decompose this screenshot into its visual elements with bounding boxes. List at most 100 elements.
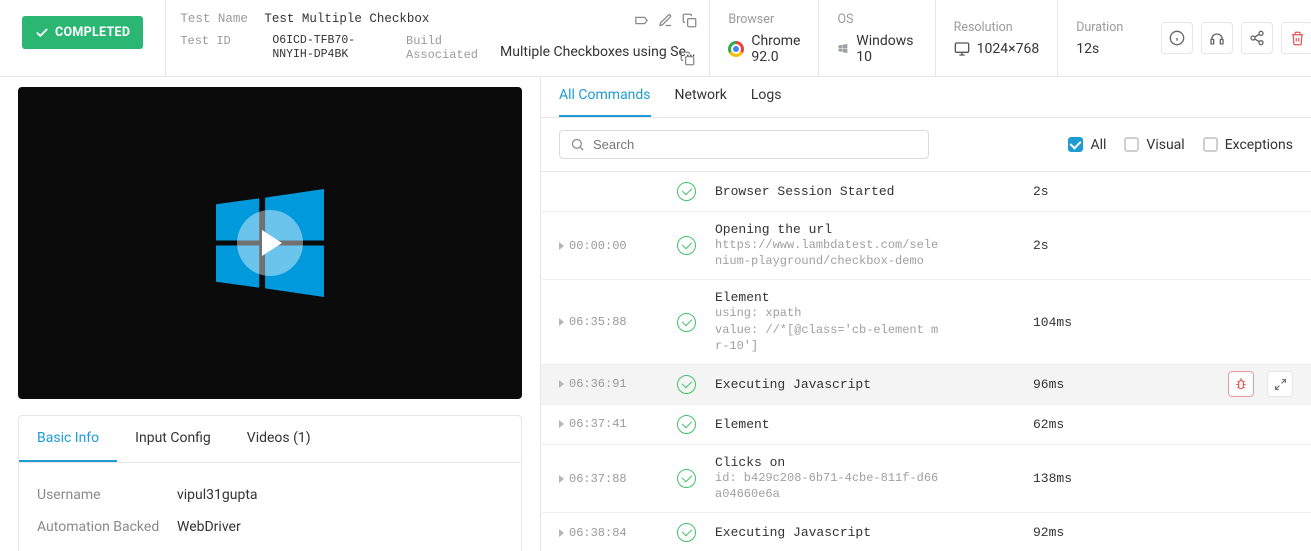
command-row[interactable]: 06:37:41 Element 62ms xyxy=(541,405,1311,445)
search-icon xyxy=(570,137,585,152)
left-column: Basic Info Input Config Videos (1) Usern… xyxy=(0,77,540,551)
filter-visual[interactable]: Visual xyxy=(1124,137,1184,153)
command-duration: 62ms xyxy=(1033,417,1123,432)
duration-cell: Duration 12s xyxy=(1058,0,1141,76)
timestamp[interactable]: 06:37:88 xyxy=(559,472,677,486)
search-input[interactable] xyxy=(593,137,918,152)
tab-input-config[interactable]: Input Config xyxy=(117,416,229,462)
filters: All Visual Exceptions xyxy=(945,137,1293,153)
timestamp[interactable]: 00:00:00 xyxy=(559,239,677,253)
command-duration: 96ms xyxy=(1033,377,1123,392)
resolution-cell: Resolution 1024×768 xyxy=(936,0,1059,76)
play-marker-icon xyxy=(559,420,564,428)
command-body: Opening the url https://www.lambdatest.c… xyxy=(715,212,1033,279)
delete-button[interactable] xyxy=(1281,22,1311,54)
username-value: vipul31gupta xyxy=(177,487,258,503)
duration-label: Duration xyxy=(1076,20,1123,35)
os-label: OS xyxy=(837,12,916,27)
check-icon xyxy=(35,26,49,40)
success-icon xyxy=(677,375,696,394)
header-actions xyxy=(1141,0,1311,76)
header: COMPLETED Test Name Test Multiple Checkb… xyxy=(0,0,1311,77)
trash-icon xyxy=(1290,31,1305,46)
chrome-icon xyxy=(728,41,744,57)
success-icon xyxy=(677,313,696,332)
build-assoc-label: BuildAssociated xyxy=(406,34,478,62)
info-button[interactable] xyxy=(1161,22,1193,54)
command-duration: 92ms xyxy=(1033,525,1123,540)
commands-list[interactable]: Browser Session Started 2s 00:00:00 Open… xyxy=(541,172,1311,551)
bug-button[interactable] xyxy=(1228,371,1254,397)
checkbox-visual[interactable] xyxy=(1124,137,1139,152)
play-marker-icon xyxy=(559,242,564,250)
browser-label: Browser xyxy=(728,12,800,27)
body: Basic Info Input Config Videos (1) Usern… xyxy=(0,77,1311,551)
command-body: Browser Session Started xyxy=(715,174,1033,209)
play-button[interactable] xyxy=(237,210,303,276)
copy-icon[interactable] xyxy=(681,12,697,28)
status-wrap: COMPLETED xyxy=(0,0,165,76)
command-row[interactable]: 06:37:88 Clicks on id: b429c208-6b71-4cb… xyxy=(541,445,1311,513)
success-icon xyxy=(677,236,696,255)
play-marker-icon xyxy=(559,529,564,537)
backed-label: Automation Backed xyxy=(37,519,177,535)
search-row: All Visual Exceptions xyxy=(541,118,1311,172)
share-button[interactable] xyxy=(1241,22,1273,54)
command-row[interactable]: Browser Session Started 2s xyxy=(541,172,1311,212)
windows-icon xyxy=(837,41,849,56)
timestamp[interactable]: 06:36:91 xyxy=(559,377,677,391)
checkbox-all[interactable] xyxy=(1068,137,1083,152)
command-row[interactable]: 06:36:91 Executing Javascript 96ms xyxy=(541,365,1311,405)
tab-videos[interactable]: Videos (1) xyxy=(229,416,329,462)
command-row[interactable]: 06:35:88 Element using: xpath value: //*… xyxy=(541,280,1311,365)
test-id-label: Test ID xyxy=(180,34,250,48)
headphones-button[interactable] xyxy=(1201,22,1233,54)
resolution-value: 1024×768 xyxy=(954,41,1040,57)
status-label: COMPLETED xyxy=(55,25,130,40)
expand-icon xyxy=(1274,378,1287,391)
command-duration: 2s xyxy=(1033,184,1123,199)
filter-exceptions[interactable]: Exceptions xyxy=(1203,137,1293,153)
build-copy-icon[interactable] xyxy=(680,51,695,66)
play-marker-icon xyxy=(559,318,564,326)
command-body: Element xyxy=(715,407,1033,442)
command-body: Element using: xpath value: //*[@class='… xyxy=(715,280,1033,364)
share-icon xyxy=(1249,30,1265,46)
timestamp[interactable]: 06:37:41 xyxy=(559,417,677,431)
video-player[interactable] xyxy=(18,87,522,399)
search-box[interactable] xyxy=(559,130,929,159)
command-row[interactable]: 06:38:84 Executing Javascript 92ms xyxy=(541,513,1311,551)
play-marker-icon xyxy=(559,475,564,483)
env-group: Browser Chrome 92.0 OS Windows 10 Resolu… xyxy=(709,0,1141,76)
test-name-row: Test Name Test Multiple Checkbox xyxy=(180,12,695,26)
browser-value: Chrome 92.0 xyxy=(728,33,800,65)
left-panel: Basic Info Input Config Videos (1) Usern… xyxy=(18,415,522,551)
command-body: Executing Javascript xyxy=(715,367,1033,402)
headphones-icon xyxy=(1209,30,1225,46)
tab-network[interactable]: Network xyxy=(675,87,727,117)
backed-value: WebDriver xyxy=(177,519,241,535)
backed-row: Automation Backed WebDriver xyxy=(37,511,503,543)
tab-logs[interactable]: Logs xyxy=(751,87,782,117)
checkbox-exceptions[interactable] xyxy=(1203,137,1218,152)
basic-info-list: Username vipul31gupta Automation Backed … xyxy=(19,463,521,551)
expand-button[interactable] xyxy=(1267,371,1293,397)
success-icon xyxy=(677,415,696,434)
edit-icon[interactable] xyxy=(657,12,673,28)
resolution-label: Resolution xyxy=(954,20,1040,35)
timestamp[interactable]: 06:35:88 xyxy=(559,315,677,329)
success-icon xyxy=(677,469,696,488)
filter-all[interactable]: All xyxy=(1068,137,1106,153)
right-column: All Commands Network Logs All Visual xyxy=(540,77,1311,551)
play-marker-icon xyxy=(559,380,564,388)
tag-icon[interactable] xyxy=(633,12,649,28)
success-icon xyxy=(677,182,696,201)
bug-icon xyxy=(1234,377,1248,391)
test-name-label: Test Name xyxy=(180,12,250,26)
command-row[interactable]: 00:00:00 Opening the url https://www.lam… xyxy=(541,212,1311,280)
test-meta: Test Name Test Multiple Checkbox Test ID… xyxy=(165,0,709,76)
tab-basic-info[interactable]: Basic Info xyxy=(19,416,117,462)
test-id-value: O6ICD-TFB70-NNYIH-DP4BK xyxy=(272,34,370,63)
timestamp[interactable]: 06:38:84 xyxy=(559,526,677,540)
tab-all-commands[interactable]: All Commands xyxy=(559,87,651,117)
